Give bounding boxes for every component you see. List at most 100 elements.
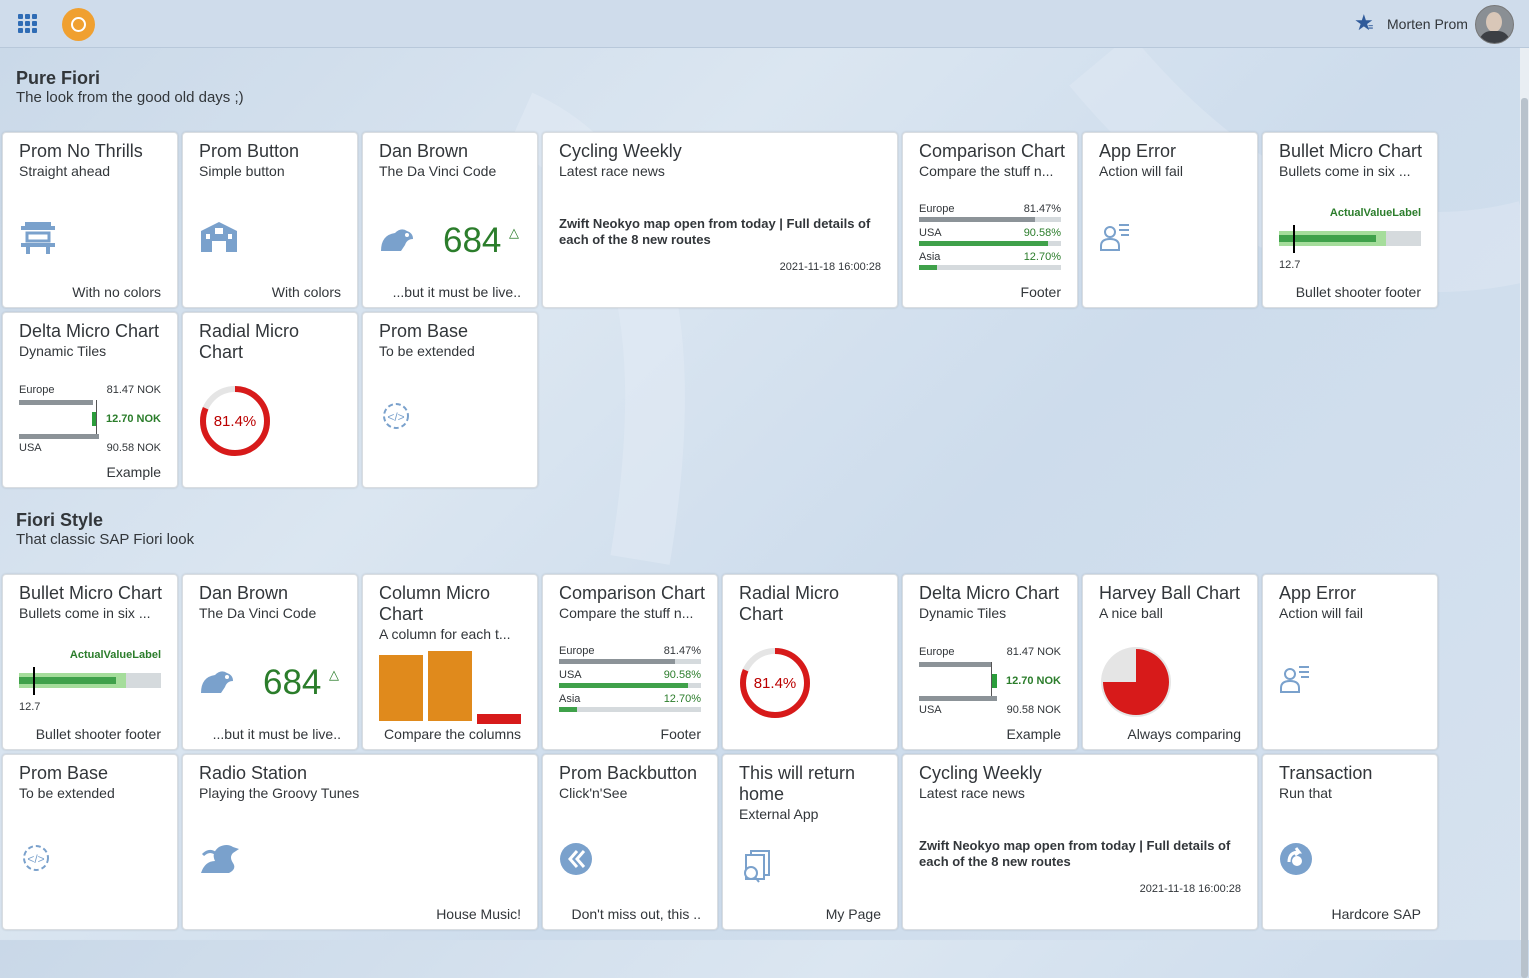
tile-title: Transaction bbox=[1279, 763, 1373, 783]
row-value: 90.58% bbox=[1023, 227, 1061, 239]
tile-subtitle: Compare the stuff n... bbox=[919, 163, 1054, 179]
tile-title: Delta Micro Chart bbox=[19, 321, 160, 341]
user-name[interactable]: Morten Prom bbox=[1387, 16, 1468, 32]
tile-footer: With colors bbox=[271, 284, 341, 300]
tile-title: Comparison Chart bbox=[919, 141, 1066, 161]
tile-subtitle: Dynamic Tiles bbox=[919, 605, 1007, 621]
launchpad-grid-icon[interactable] bbox=[18, 14, 38, 34]
delta-label-2: USA bbox=[919, 704, 942, 716]
tile-radial-micro-chart[interactable]: Radial Micro Chart 81.4% bbox=[722, 574, 898, 750]
tile-radio-station[interactable]: Radio Station Playing the Groovy Tunes H… bbox=[182, 754, 538, 930]
harvey-ball-chart bbox=[1101, 647, 1171, 717]
tile-prom-no-thrills[interactable]: Prom No Thrills Straight ahead With no c… bbox=[2, 132, 178, 308]
tile-subtitle: Playing the Groovy Tunes bbox=[199, 785, 360, 801]
tile-title: Delta Micro Chart bbox=[919, 583, 1060, 603]
delta-bar-2 bbox=[19, 434, 99, 439]
tile-column-micro-chart[interactable]: Column Micro Chart A column for each t..… bbox=[362, 574, 538, 750]
sap-ui-icon bbox=[1280, 843, 1312, 875]
news-date: 2021-11-18 16:00:28 bbox=[779, 261, 881, 273]
tile-footer: ...but it must be live.. bbox=[392, 284, 521, 300]
tile-footer: Example bbox=[1006, 726, 1061, 742]
documents-search-icon bbox=[744, 850, 770, 883]
tile-dan-brown[interactable]: Dan Brown The Da Vinci Code 684 △ ...but… bbox=[182, 574, 358, 750]
comparison-bar bbox=[919, 217, 1035, 222]
tile-prom-base[interactable]: Prom Base To be extended </> bbox=[362, 312, 538, 488]
tile-title: App Error bbox=[1099, 141, 1177, 161]
tile-app-error[interactable]: App Error Action will fail bbox=[1262, 574, 1438, 750]
tile-subtitle: The Da Vinci Code bbox=[379, 163, 497, 179]
delta-value: 12.70 NOK bbox=[105, 413, 161, 425]
tile-prom-base[interactable]: Prom Base To be extended </> bbox=[2, 754, 178, 930]
bullet-chart bbox=[19, 667, 161, 695]
tile-cycling-weekly[interactable]: Cycling Weekly Latest race news Zwift Ne… bbox=[542, 132, 898, 308]
tile-title: Radio Station bbox=[199, 763, 308, 783]
person-list-icon bbox=[1100, 224, 1129, 251]
tile-cycling-weekly[interactable]: Cycling Weekly Latest race news Zwift Ne… bbox=[902, 754, 1258, 930]
scrollbar-thumb[interactable] bbox=[1521, 98, 1528, 978]
delta-marker bbox=[992, 674, 997, 688]
avatar[interactable] bbox=[1475, 5, 1514, 44]
tile-subtitle: Action will fail bbox=[1279, 605, 1364, 621]
comparison-bar bbox=[559, 707, 578, 712]
tile-subtitle: Bullets come in six ... bbox=[1279, 163, 1411, 179]
scrollbar[interactable] bbox=[1520, 48, 1529, 978]
building-icon bbox=[201, 222, 237, 252]
delta-value-2: 90.58 NOK bbox=[106, 442, 161, 454]
comparison-row: Europe 81.47% bbox=[559, 645, 701, 669]
tile-dan-brown[interactable]: Dan Brown The Da Vinci Code 684 △ ...but… bbox=[362, 132, 538, 308]
tile-title: Dan Brown bbox=[199, 583, 289, 603]
tile-subtitle: The Da Vinci Code bbox=[199, 605, 317, 621]
comparison-bar bbox=[919, 265, 938, 270]
delta-value: 12.70 NOK bbox=[1005, 675, 1061, 687]
sap-logo-icon[interactable] bbox=[62, 8, 95, 41]
tile-footer: My Page bbox=[825, 906, 881, 922]
tile-subtitle: A column for each t... bbox=[379, 626, 511, 642]
tile-subtitle: Compare the stuff n... bbox=[559, 605, 694, 621]
tile-subtitle: Bullets come in six ... bbox=[19, 605, 151, 621]
person-list-icon bbox=[1280, 666, 1309, 693]
kpi-value: 684 bbox=[443, 221, 502, 260]
gear-code-icon: </> bbox=[23, 845, 49, 871]
favorites-star-icon[interactable]: ★ ≡ bbox=[1354, 10, 1374, 36]
delta-value-2: 90.58 NOK bbox=[1006, 704, 1061, 716]
tile-title: Bullet Micro Chart bbox=[1279, 141, 1423, 161]
tile-subtitle: Simple button bbox=[199, 163, 285, 179]
delta-label-1: Europe bbox=[19, 384, 55, 396]
row-value: 81.47% bbox=[1023, 203, 1061, 215]
tile-title: App Error bbox=[1279, 583, 1357, 603]
tile-harvey-ball-chart[interactable]: Harvey Ball Chart A nice ball Always com… bbox=[1082, 574, 1258, 750]
delta-bar-1 bbox=[919, 662, 991, 667]
tile-footer: Bullet shooter footer bbox=[35, 726, 161, 742]
tile-prom-button[interactable]: Prom Button Simple button With colors bbox=[182, 132, 358, 308]
row-value: 90.58% bbox=[663, 669, 701, 681]
delta-label-2: USA bbox=[19, 442, 42, 454]
bullet-target-marker bbox=[1293, 225, 1296, 253]
tile-title: Prom Backbutton bbox=[559, 763, 698, 783]
tile-delta-micro-chart[interactable]: Delta Micro Chart Dynamic Tiles Europe 8… bbox=[902, 574, 1078, 750]
tile-comparison-chart[interactable]: Comparison Chart Compare the stuff n... … bbox=[902, 132, 1078, 308]
comparison-bar bbox=[919, 241, 1048, 246]
actual-value-label: ActualValueLabel bbox=[69, 649, 161, 661]
tile-subtitle: Dynamic Tiles bbox=[19, 343, 107, 359]
comparison-bar bbox=[559, 683, 688, 688]
row-value: 81.47% bbox=[663, 645, 701, 657]
column-bar bbox=[477, 714, 521, 724]
tile-app-error[interactable]: App Error Action will fail bbox=[1082, 132, 1258, 308]
tile-bullet-micro-chart[interactable]: Bullet Micro Chart Bullets come in six .… bbox=[1262, 132, 1438, 308]
tile-radial-micro-chart[interactable]: Radial Micro Chart 81.4% bbox=[182, 312, 358, 488]
tile-delta-micro-chart[interactable]: Delta Micro Chart Dynamic Tiles Europe 8… bbox=[2, 312, 178, 488]
tile-return-home[interactable]: This will return home External App My Pa… bbox=[722, 754, 898, 930]
tile-transaction[interactable]: Transaction Run that Hardcore SAP bbox=[1262, 754, 1438, 930]
dragon-icon bbox=[201, 845, 239, 873]
news-headline: Zwift Neokyo map open from today | Full … bbox=[919, 838, 1231, 869]
radial-chart: 81.4% bbox=[740, 648, 810, 718]
tile-comparison-chart[interactable]: Comparison Chart Compare the stuff n... … bbox=[542, 574, 718, 750]
row-label: Asia bbox=[919, 251, 941, 263]
tile-subtitle: Straight ahead bbox=[19, 163, 111, 179]
section-subtitle: The look from the good old days ;) bbox=[16, 89, 244, 106]
tile-subtitle: Click'n'See bbox=[559, 785, 628, 801]
tile-subtitle: A nice ball bbox=[1099, 605, 1163, 621]
tile-title: Dan Brown bbox=[379, 141, 469, 161]
tile-prom-backbutton[interactable]: Prom Backbutton Click'n'See Don't miss o… bbox=[542, 754, 718, 930]
tile-bullet-micro-chart[interactable]: Bullet Micro Chart Bullets come in six .… bbox=[2, 574, 178, 750]
